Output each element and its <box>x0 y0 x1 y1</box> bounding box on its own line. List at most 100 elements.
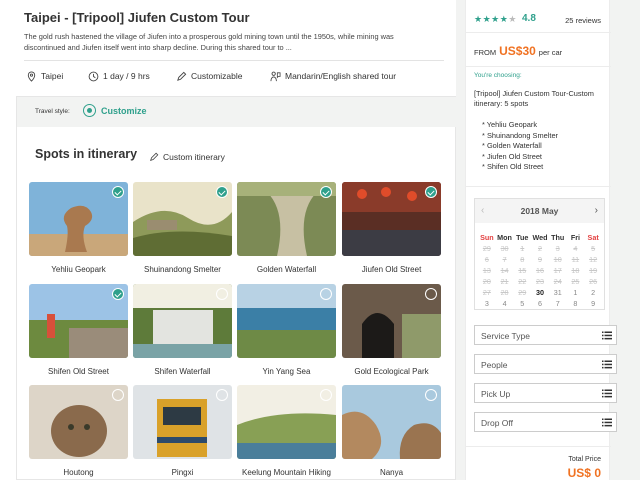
calendar-day[interactable]: 5 <box>513 299 531 309</box>
star-icon: ★ <box>474 14 483 24</box>
calendar-day[interactable]: 6 <box>531 299 549 309</box>
spot-name: Shuinandong Smelter <box>144 265 221 274</box>
calendar-day: 4 <box>573 243 578 253</box>
unchecked-circle-icon[interactable] <box>320 288 332 300</box>
spot-name: Nanya <box>379 468 404 477</box>
itinerary-panel: Travel style: Customize Spots in itinera… <box>16 96 457 480</box>
custom-itinerary-link[interactable]: Custom itinerary <box>149 152 225 162</box>
calendar-day: 11 <box>571 254 580 264</box>
calendar-day[interactable]: 8 <box>567 299 585 309</box>
calendar-day[interactable]: 4 <box>496 299 514 309</box>
spot-photo[interactable] <box>237 182 336 256</box>
spot-photo[interactable] <box>342 385 441 459</box>
pencil-icon <box>150 152 159 161</box>
feature-label: Taipei <box>41 71 64 81</box>
spot-name: Gold Ecological Park <box>354 367 429 376</box>
spots-section-title: Spots in itinerary <box>35 147 138 161</box>
unchecked-circle-icon[interactable] <box>425 288 437 300</box>
divider <box>24 60 444 61</box>
select-service-type[interactable]: Service Type <box>474 325 617 345</box>
list-item: Shuinandong Smelter <box>482 131 558 142</box>
spot-card[interactable]: Shifen Old Street <box>29 284 128 377</box>
spot-name: Shifen Old Street <box>48 367 109 376</box>
calendar-day[interactable]: 9 <box>584 299 602 309</box>
calendar-day: 1 <box>520 243 525 253</box>
spot-photo[interactable] <box>29 385 128 459</box>
language-icon <box>270 71 281 81</box>
spot-card[interactable]: Golden Waterfall <box>237 182 336 275</box>
calendar-day: 14 <box>500 265 509 275</box>
spot-name: Golden Waterfall <box>256 265 317 274</box>
calendar-day[interactable]: 7 <box>549 299 567 309</box>
spot-card[interactable]: Yehliu Geopark <box>29 182 128 275</box>
spot-card[interactable]: Shifen Waterfall <box>133 284 232 377</box>
spot-photo[interactable] <box>342 284 441 358</box>
calendar-day[interactable]: 31 <box>549 288 567 298</box>
checked-circle-icon[interactable] <box>112 288 124 300</box>
list-item: Shifen Old Street <box>482 162 558 173</box>
itinerary-summary-title: [Tripool] Jiufen Custom Tour-Custom itin… <box>474 89 594 108</box>
spot-photo[interactable] <box>29 284 128 358</box>
spot-photo[interactable] <box>133 284 232 358</box>
calendar-day-of-week: Wed <box>532 233 548 242</box>
unchecked-circle-icon[interactable] <box>216 389 228 401</box>
calendar-day-of-week: Fri <box>570 233 581 242</box>
spot-photo[interactable] <box>237 385 336 459</box>
spot-photo[interactable] <box>237 284 336 358</box>
spot-card[interactable]: Pingxi <box>133 385 232 478</box>
spot-photo[interactable] <box>133 385 232 459</box>
customize-option-label[interactable]: Customize <box>101 106 147 116</box>
spot-photo[interactable] <box>29 182 128 256</box>
star-icon: ★ <box>491 14 500 24</box>
star-icon: ★ <box>508 14 517 24</box>
calendar-day: 12 <box>589 254 598 264</box>
spot-photo[interactable] <box>133 182 232 256</box>
calendar-day: 2 <box>537 243 542 253</box>
calendar-day: 26 <box>589 276 598 286</box>
choosing-label: You're choosing: <box>474 72 522 79</box>
calendar-day: 29 <box>518 287 527 297</box>
booking-sidebar: ★★★★★ 4.8 25 reviews FROM US$30 per car … <box>465 0 617 480</box>
calendar-day: 21 <box>500 276 509 286</box>
checked-circle-icon[interactable] <box>425 186 437 198</box>
calendar-day: 3 <box>555 243 560 253</box>
feature-duration: 1 day / 9 hrs <box>88 70 150 82</box>
select-drop-off[interactable]: Drop Off <box>474 412 617 432</box>
tour-description: The gold rush hastened the village of Ji… <box>24 32 394 52</box>
spot-name: Houtong <box>63 468 94 477</box>
spot-card[interactable]: Yin Yang Sea <box>237 284 336 377</box>
calendar-day: 16 <box>535 265 544 275</box>
spot-card[interactable]: Jiufen Old Street <box>342 182 441 275</box>
select-label: Pick Up <box>481 389 511 399</box>
checked-circle-icon[interactable] <box>112 186 124 198</box>
reviews-link[interactable]: 25 reviews <box>565 16 601 25</box>
spot-photo[interactable] <box>342 182 441 256</box>
spot-card[interactable]: Shuinandong Smelter <box>133 182 232 275</box>
spot-card[interactable]: Nanya <box>342 385 441 478</box>
spot-card[interactable]: Houtong <box>29 385 128 478</box>
select-pick-up[interactable]: Pick Up <box>474 383 617 403</box>
tour-title: Taipei - [Tripool] Jiufen Custom Tour <box>24 10 250 25</box>
calendar-day[interactable]: 3 <box>478 299 496 309</box>
spot-card[interactable]: Gold Ecological Park <box>342 284 441 377</box>
calendar-next-icon[interactable]: › <box>595 205 598 216</box>
feature-label: Customizable <box>191 71 243 81</box>
select-people[interactable]: People <box>474 354 617 374</box>
unchecked-circle-icon[interactable] <box>425 389 437 401</box>
spot-card[interactable]: Keelung Mountain Hiking Trail <box>237 385 336 480</box>
calendar-day[interactable]: 2 <box>584 288 602 298</box>
customize-radio[interactable] <box>83 104 96 117</box>
calendar-day: 9 <box>537 254 542 264</box>
checked-circle-icon[interactable] <box>216 186 228 198</box>
calendar-day: 30 <box>500 243 509 253</box>
unchecked-circle-icon[interactable] <box>112 389 124 401</box>
calendar-day: 20 <box>482 276 491 286</box>
unchecked-circle-icon[interactable] <box>216 288 228 300</box>
unchecked-circle-icon[interactable] <box>320 389 332 401</box>
calendar-day[interactable]: 30 <box>531 288 549 298</box>
select-label: Drop Off <box>481 418 513 428</box>
spot-name: Pingxi <box>171 468 194 477</box>
checked-circle-icon[interactable] <box>320 186 332 198</box>
calendar-day[interactable]: 1 <box>567 288 585 298</box>
star-icon: ★ <box>482 14 492 24</box>
